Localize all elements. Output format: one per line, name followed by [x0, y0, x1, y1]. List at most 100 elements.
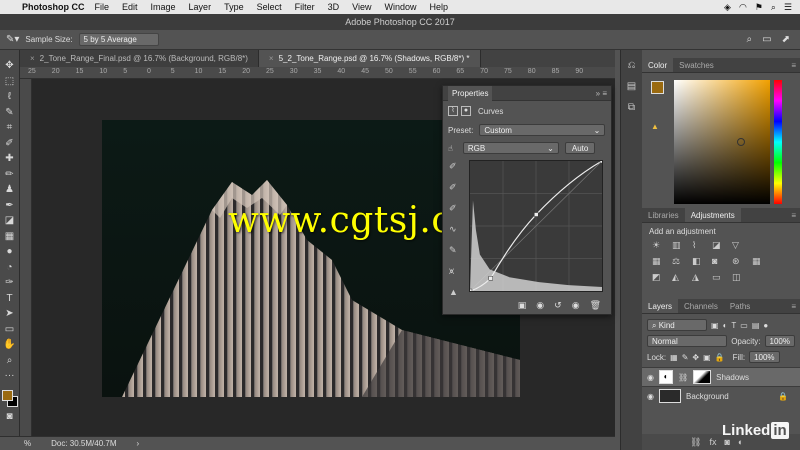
search-icon[interactable]: ⌕: [771, 2, 776, 13]
selective-color-icon[interactable]: ◫: [732, 272, 748, 283]
trash-icon[interactable]: 🗑: [590, 300, 601, 311]
filter-toggle-icon[interactable]: ●: [763, 321, 768, 330]
menu-list-icon[interactable]: ☰: [784, 2, 792, 13]
menu-filter[interactable]: Filter: [295, 2, 315, 12]
threshold-icon[interactable]: ◮: [692, 272, 708, 283]
menu-help[interactable]: Help: [429, 2, 448, 12]
lock-position-icon[interactable]: ✥: [692, 353, 699, 362]
layer-filter-select[interactable]: ⌕ Kind: [647, 319, 707, 331]
black-white-icon[interactable]: ◧: [692, 256, 708, 267]
preset-select[interactable]: Custom ⌄: [479, 124, 606, 136]
curve-control-point[interactable]: [469, 288, 473, 292]
foreground-color-swatch[interactable]: [1, 389, 13, 401]
marquee-tool-icon[interactable]: ⬚: [3, 76, 17, 88]
brush-tool-icon[interactable]: ✏: [3, 169, 17, 181]
curve-control-point[interactable]: [599, 160, 603, 164]
zoom-tool-icon[interactable]: ⌕: [3, 355, 17, 367]
crop-tool-icon[interactable]: ⌗: [3, 122, 17, 134]
curves-icon[interactable]: ⌇: [692, 240, 708, 251]
eraser-tool-icon[interactable]: ◪: [3, 215, 17, 227]
document-tab-2[interactable]: × 5_2_Tone_Range.psd @ 16.7% (Shadows, RG…: [258, 50, 481, 67]
lasso-tool-icon[interactable]: ℓ: [3, 91, 17, 103]
curve-edit-icon[interactable]: ∿: [449, 224, 463, 235]
pen-tool-icon[interactable]: ✑: [3, 277, 17, 289]
opacity-field[interactable]: 100%: [764, 335, 795, 347]
history-icon[interactable]: ⎌: [628, 60, 636, 71]
hand-tool-icon[interactable]: ✋: [3, 339, 17, 351]
dropbox-icon[interactable]: ◈: [724, 2, 731, 13]
lock-pixels-icon[interactable]: ✎: [682, 353, 689, 362]
tab-libraries[interactable]: Libraries: [642, 208, 685, 222]
filter-adjustment-icon[interactable]: ◐: [723, 321, 728, 330]
foreground-color-swatch[interactable]: [651, 81, 664, 94]
app-name[interactable]: Photoshop CC: [22, 2, 85, 12]
view-previous-icon[interactable]: ◉: [536, 300, 544, 311]
filter-shape-icon[interactable]: ▭: [740, 321, 748, 330]
filter-smart-icon[interactable]: ▤: [752, 321, 760, 330]
sample-size-select[interactable]: 5 by 5 Average: [78, 33, 159, 46]
photo-filter-icon[interactable]: ◙: [712, 256, 728, 267]
white-point-eyedropper-icon[interactable]: ✐: [449, 203, 463, 214]
layer-name[interactable]: Background: [686, 392, 729, 401]
shape-tool-icon[interactable]: ▭: [3, 324, 17, 336]
fill-field[interactable]: 100%: [749, 351, 780, 363]
character-icon[interactable]: ⧉: [628, 102, 635, 113]
fg-bg-swatches[interactable]: [1, 389, 18, 408]
panel-menu-icon[interactable]: ≡: [791, 208, 800, 222]
gradient-tool-icon[interactable]: ▦: [3, 231, 17, 243]
color-field[interactable]: [674, 80, 770, 204]
blend-mode-select[interactable]: Normal: [647, 335, 728, 347]
layer-mask-thumbnail[interactable]: [693, 370, 712, 384]
layer-background[interactable]: ◉ Background 🔒: [642, 386, 800, 405]
visibility-icon[interactable]: ◉: [647, 373, 654, 382]
channel-select[interactable]: RGB ⌄: [462, 142, 559, 154]
quick-mask-icon[interactable]: ◙: [3, 411, 17, 423]
properties-title[interactable]: Properties: [448, 85, 493, 101]
layer-mask-icon[interactable]: ●: [461, 106, 471, 116]
auto-button[interactable]: Auto: [564, 142, 596, 154]
menu-view[interactable]: View: [352, 2, 371, 12]
hue-saturation-icon[interactable]: ▦: [652, 256, 668, 267]
tab-paths[interactable]: Paths: [724, 299, 756, 313]
dodge-tool-icon[interactable]: ◔: [3, 262, 17, 274]
levels-icon[interactable]: ▥: [672, 240, 688, 251]
vibrance-icon[interactable]: ▽: [732, 240, 748, 251]
layer-shadows[interactable]: ◉ ◐ ⛓ Shadows: [642, 367, 800, 386]
healing-tool-icon[interactable]: ✚: [3, 153, 17, 165]
tab-channels[interactable]: Channels: [678, 299, 724, 313]
menu-file[interactable]: File: [95, 2, 110, 12]
share-icon[interactable]: ⬈: [782, 34, 790, 45]
tab-adjustments[interactable]: Adjustments: [684, 208, 741, 222]
filter-type-icon[interactable]: T: [731, 321, 736, 330]
quick-select-tool-icon[interactable]: ✎: [3, 107, 17, 119]
filter-pixel-icon[interactable]: ▣: [711, 321, 719, 330]
lock-icon[interactable]: 🔒: [778, 392, 788, 401]
stamp-tool-icon[interactable]: ♟: [3, 184, 17, 196]
color-balance-icon[interactable]: ⚖: [672, 256, 688, 267]
type-tool-icon[interactable]: T: [3, 293, 17, 305]
link-layers-icon[interactable]: ⛓: [690, 437, 701, 448]
visibility-icon[interactable]: ◉: [572, 300, 580, 311]
tab-swatches[interactable]: Swatches: [673, 58, 720, 72]
move-tool-icon[interactable]: ✥: [3, 60, 17, 72]
workspace-icon[interactable]: ▭: [762, 34, 771, 45]
tab-layers[interactable]: Layers: [642, 299, 679, 313]
panel-menu-icon[interactable]: ≡: [791, 58, 800, 72]
invert-icon[interactable]: ◩: [652, 272, 668, 283]
layer-name[interactable]: Shadows: [716, 373, 749, 382]
curves-graph[interactable]: [469, 160, 603, 292]
menu-3d[interactable]: 3D: [328, 2, 340, 12]
eyedropper-tool-icon[interactable]: ✎▾: [6, 34, 19, 45]
brightness-contrast-icon[interactable]: ☀: [652, 240, 668, 251]
curve-control-point[interactable]: [488, 276, 493, 281]
hue-slider[interactable]: [774, 80, 782, 204]
flag-icon[interactable]: ⚑: [755, 2, 763, 13]
visibility-icon[interactable]: ◉: [647, 392, 654, 401]
lock-all-icon[interactable]: 🔒: [715, 353, 725, 362]
color-lookup-icon[interactable]: ▦: [752, 256, 768, 267]
tab-color[interactable]: Color: [642, 58, 674, 72]
zoom-level[interactable]: %: [24, 439, 31, 448]
gradient-map-icon[interactable]: ▭: [712, 272, 728, 283]
black-point-eyedropper-icon[interactable]: ✐: [449, 161, 463, 172]
menu-window[interactable]: Window: [384, 2, 416, 12]
